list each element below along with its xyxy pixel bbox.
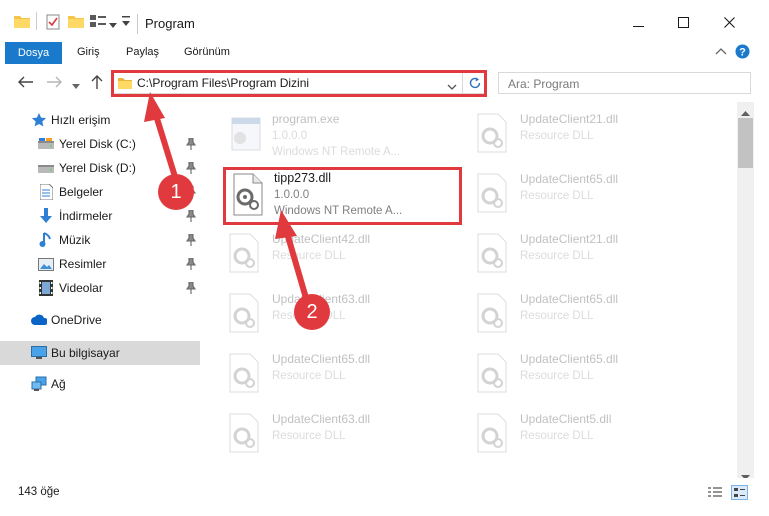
arrow-to-file-icon <box>275 210 309 299</box>
callout-badge-2: 2 <box>294 294 330 330</box>
callout-arrows <box>144 92 309 299</box>
arrow-to-address-icon <box>144 92 179 181</box>
callout-badge-1: 1 <box>158 174 194 210</box>
